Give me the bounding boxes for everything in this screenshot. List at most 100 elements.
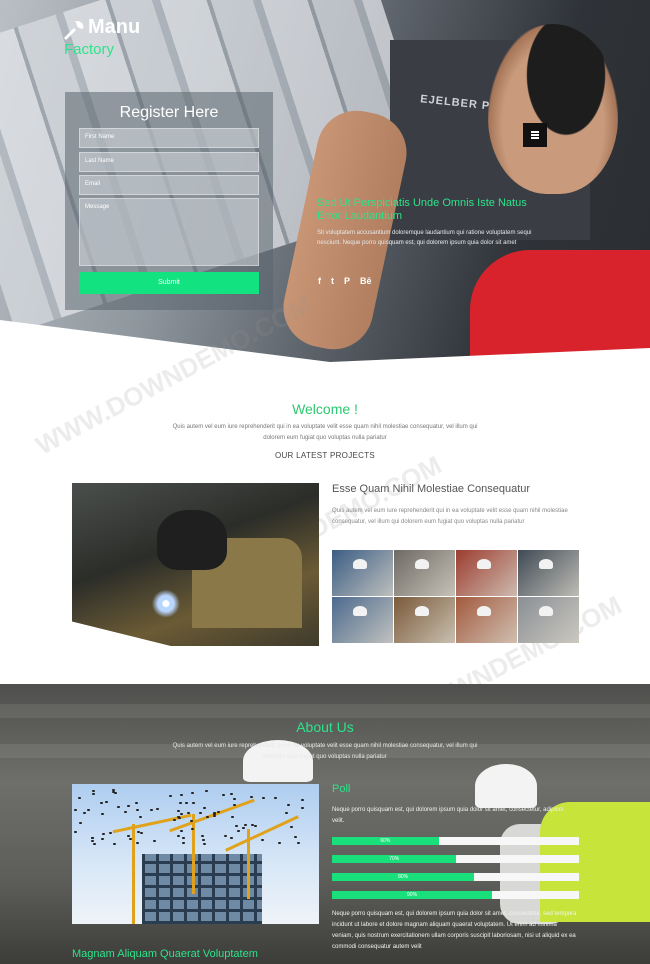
social-links: f t P Bē [318, 276, 372, 286]
bird [149, 808, 153, 811]
poll-bar: 60% [332, 837, 579, 845]
bird [104, 801, 108, 804]
bird [229, 793, 233, 796]
bird [221, 793, 225, 796]
bird [274, 797, 278, 799]
gallery-photo[interactable] [394, 550, 455, 596]
register-form: Register Here First Name Last Name Email… [65, 92, 273, 310]
gallery-photo[interactable] [456, 550, 517, 596]
bird [216, 811, 220, 814]
bird [100, 838, 104, 841]
bird [111, 789, 115, 792]
message-field[interactable]: Message [79, 198, 259, 266]
poll-bar: 70% [332, 855, 579, 863]
bird [177, 809, 181, 812]
bird [91, 839, 95, 842]
bird [254, 824, 258, 827]
first-name-field[interactable]: First Name [79, 128, 259, 148]
bird [181, 836, 185, 839]
bird [289, 826, 293, 829]
behance-icon[interactable]: Bē [360, 276, 372, 286]
poll-bar-label: 80% [398, 874, 409, 880]
poll-bar: 80% [332, 873, 579, 881]
gallery-photo[interactable] [394, 597, 455, 643]
bird [301, 799, 305, 802]
brand-subtitle: Factory [64, 41, 115, 58]
welder-helmet [157, 510, 227, 570]
bird [191, 801, 195, 804]
bird [260, 839, 264, 842]
bird [230, 816, 234, 819]
bird [294, 836, 298, 839]
gallery-photo[interactable] [332, 550, 393, 596]
bird [224, 834, 228, 837]
bird [168, 794, 172, 797]
bird [123, 810, 127, 813]
welcome-text: Quis autem vel eum iure reprehenderit qu… [172, 424, 478, 441]
welcome-title: Welcome ! [292, 401, 358, 417]
bird [233, 797, 237, 800]
bird [201, 838, 205, 841]
bird [180, 793, 184, 796]
poll-bar-label: 70% [389, 856, 400, 862]
bird [241, 827, 245, 830]
bird [100, 813, 104, 816]
bird [136, 808, 140, 811]
bird [77, 797, 81, 800]
submit-button[interactable]: Submit [79, 272, 259, 294]
poll-text: Neque porro quisquam est, qui dolorem ip… [332, 807, 564, 824]
menu-toggle-button[interactable] [523, 123, 547, 147]
email-field[interactable]: Email [79, 175, 259, 195]
bird [102, 832, 106, 835]
poll-title: Poll [332, 783, 351, 795]
hard-hat-image [475, 764, 537, 808]
gallery-photo[interactable] [518, 597, 579, 643]
bird [284, 811, 288, 814]
bird [178, 801, 182, 804]
bird [205, 790, 209, 793]
bird [236, 829, 240, 832]
gallery-photo[interactable] [456, 597, 517, 643]
twitter-icon[interactable]: t [331, 276, 334, 286]
bird [83, 811, 87, 814]
bird [127, 834, 131, 837]
hero-text: Sit voluptatem accusantium doloremque la… [317, 230, 532, 246]
crane-construction-image [72, 784, 319, 924]
hero-heading: Sed Ut Perspiciatis Unde Omnis Iste Natu… [317, 197, 527, 222]
about-title: About Us [296, 719, 354, 735]
poll-bar-label: 90% [407, 892, 418, 898]
bird [261, 796, 265, 799]
bird [87, 808, 91, 811]
bird [93, 843, 97, 846]
bird [136, 831, 140, 834]
bird [116, 805, 120, 808]
project-gallery [332, 550, 579, 643]
last-name-field[interactable]: Last Name [79, 152, 259, 172]
hero-banner: EJELBER PEEDMAST Manu Factory Register H… [0, 0, 650, 368]
bird [177, 835, 181, 838]
bird [74, 830, 78, 833]
bird [297, 842, 301, 845]
project-text: Quis autem vel eum iure reprehenderit qu… [332, 508, 568, 525]
worker-head-image [488, 24, 618, 194]
bird [184, 801, 188, 804]
bird [140, 831, 144, 834]
poll-bar: 90% [332, 891, 579, 899]
bird [182, 842, 186, 845]
gallery-photo[interactable] [332, 597, 393, 643]
pinterest-icon[interactable]: P [344, 276, 350, 286]
poll-description: Neque porro quisquam est, qui dolorem ip… [332, 911, 577, 950]
about-text: Quis autem vel eum iure reprehenderit qu… [172, 743, 478, 760]
about-section: About Us Quis autem vel eum iure reprehe… [0, 684, 650, 964]
about-caption: Magnam Aliquam Quaerat Voluptatem [72, 948, 258, 960]
poll-bar-label: 60% [380, 838, 391, 844]
bird [108, 831, 112, 834]
gallery-photo[interactable] [518, 550, 579, 596]
bird [190, 791, 194, 794]
bird [198, 812, 202, 815]
facebook-icon[interactable]: f [318, 276, 321, 286]
crane-jib [225, 815, 299, 852]
bird [172, 819, 176, 822]
bird [212, 814, 216, 817]
project-title[interactable]: Esse Quam Nihil Molestiae Consequatur [332, 483, 530, 495]
